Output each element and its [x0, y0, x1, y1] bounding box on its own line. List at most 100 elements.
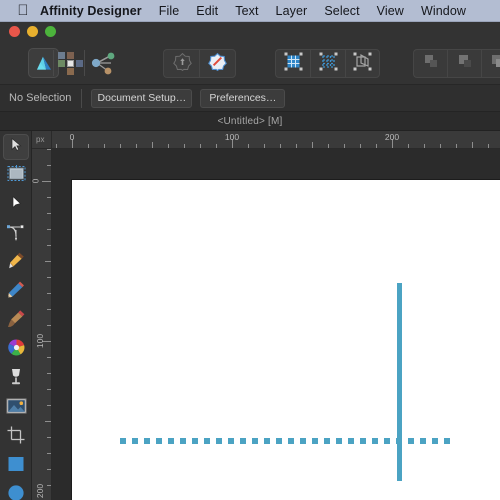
ruler-tick: [47, 437, 51, 438]
dash-segment: [192, 438, 198, 444]
node-tool[interactable]: [3, 192, 29, 218]
ruler-tick: [296, 144, 297, 148]
ruler-tick: [47, 197, 51, 198]
document-page[interactable]: [72, 180, 500, 500]
dash-segment: [432, 438, 438, 444]
swatch: [76, 60, 83, 67]
ruler-tick: [56, 144, 57, 148]
grid-snap-icon: [318, 51, 339, 77]
menu-item-text[interactable]: Text: [235, 4, 258, 18]
transform-button[interactable]: [345, 49, 380, 78]
ruler-label: 0: [32, 179, 40, 184]
dash-segment: [300, 438, 306, 444]
dash-segment: [132, 438, 138, 444]
ruler-tick: [47, 357, 51, 358]
ruler-tick: [136, 144, 137, 148]
pixel-persona-button[interactable]: [163, 49, 200, 78]
preferences-button[interactable]: Preferences…: [200, 88, 286, 108]
dashed-horizontal-line[interactable]: [120, 438, 452, 444]
window-titlebar: [0, 22, 500, 40]
canvas-viewport[interactable]: [52, 149, 500, 500]
ruler-tick: [360, 144, 361, 148]
vertical-line[interactable]: [396, 283, 402, 481]
vector-brush-tool[interactable]: [3, 337, 29, 363]
menu-item-edit[interactable]: Edit: [196, 4, 218, 18]
apple-logo-icon[interactable]: : [17, 3, 29, 18]
pencil-tool[interactable]: [3, 279, 29, 305]
color-wheel-icon: [7, 338, 26, 362]
dash-segment: [276, 438, 282, 444]
ruler-tick: [200, 144, 201, 148]
ruler-tick: [408, 144, 409, 148]
artboard-icon: [7, 164, 26, 188]
toolbar-separator: [53, 50, 54, 76]
close-button[interactable]: [9, 26, 20, 37]
swatch: [58, 52, 65, 59]
macos-menu-bar:  Affinity Designer File Edit Text Layer…: [0, 0, 500, 22]
document-tab-title[interactable]: <Untitled> [M]: [217, 116, 282, 127]
toolbar-separator: [84, 50, 85, 76]
dash-segment: [168, 438, 174, 444]
horizontal-ruler[interactable]: 0 100 200: [52, 131, 500, 149]
color-swatches-icon[interactable]: [57, 50, 85, 77]
ruler-tick: [47, 165, 51, 166]
vertical-ruler[interactable]: 0 100 200: [32, 149, 52, 500]
boolean-intersect-icon: [489, 52, 500, 75]
pen-tool[interactable]: [3, 250, 29, 276]
dash-segment: [336, 438, 342, 444]
swatch: [67, 60, 74, 67]
dash-segment: [204, 438, 210, 444]
crop-tool[interactable]: [3, 424, 29, 450]
boolean-add-button[interactable]: [413, 49, 447, 78]
vector-persona-icon: [208, 52, 227, 76]
ruler-tick: [328, 144, 329, 148]
move-tool[interactable]: [3, 134, 29, 160]
ruler-tick: [47, 405, 51, 406]
ruler-tick: [47, 389, 51, 390]
corner-tool[interactable]: [3, 221, 29, 247]
maximize-button[interactable]: [45, 26, 56, 37]
dash-segment: [408, 438, 414, 444]
ruler-unit-label: px: [36, 135, 45, 144]
boolean-intersect-button[interactable]: [481, 49, 500, 78]
menu-item-window[interactable]: Window: [421, 4, 466, 18]
dash-segment: [312, 438, 318, 444]
ruler-tick: [47, 373, 51, 374]
boolean-button-group: [413, 49, 500, 78]
show-grid-button[interactable]: [275, 49, 310, 78]
affinity-designer-logo-icon[interactable]: [28, 48, 59, 78]
dash-segment: [228, 438, 234, 444]
dash-segment: [180, 438, 186, 444]
dash-segment: [156, 438, 162, 444]
paintbrush-tool[interactable]: [3, 308, 29, 334]
ruler-tick: [45, 261, 51, 262]
snapping-button[interactable]: [310, 49, 345, 78]
dash-segment: [216, 438, 222, 444]
cursor-arrow-icon: [9, 137, 24, 157]
ruler-tick: [42, 181, 51, 182]
minimize-button[interactable]: [27, 26, 38, 37]
ruler-unit-corner[interactable]: px: [32, 131, 52, 149]
document-setup-button[interactable]: Document Setup…: [91, 88, 193, 108]
menu-item-view[interactable]: View: [377, 4, 404, 18]
rectangle-tool[interactable]: [3, 453, 29, 479]
menu-app-name[interactable]: Affinity Designer: [40, 4, 142, 18]
ellipse-tool[interactable]: [3, 482, 29, 500]
fill-tool[interactable]: [3, 366, 29, 392]
place-image-tool[interactable]: [3, 395, 29, 421]
ruler-tick: [472, 142, 473, 148]
corner-node-icon: [6, 222, 26, 247]
menu-item-select[interactable]: Select: [324, 4, 359, 18]
vector-persona-button[interactable]: [199, 49, 236, 78]
ruler-tick: [47, 325, 51, 326]
ruler-tick: [47, 485, 51, 486]
menu-item-layer[interactable]: Layer: [276, 4, 308, 18]
boolean-subtract-button[interactable]: [447, 49, 481, 78]
node-graph-icon[interactable]: [89, 50, 119, 77]
artboard-tool[interactable]: [3, 163, 29, 189]
pixel-persona-icon: [172, 52, 192, 76]
ruler-tick: [47, 309, 51, 310]
ruler-tick: [440, 144, 441, 148]
menu-item-file[interactable]: File: [159, 4, 180, 18]
ruler-tick: [88, 144, 89, 148]
